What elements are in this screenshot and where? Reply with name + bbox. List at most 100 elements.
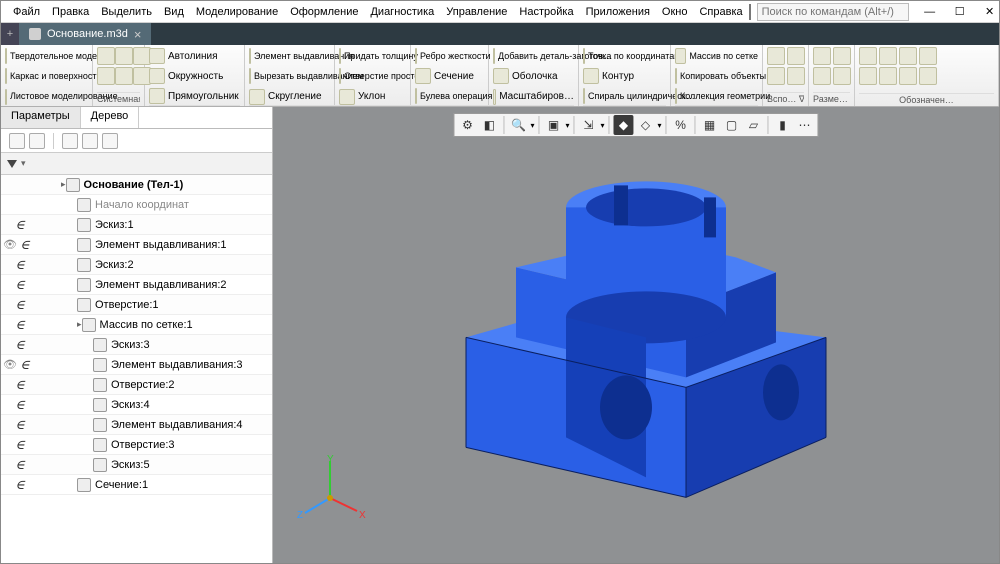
cmd-shell[interactable]: Оболочка	[493, 67, 574, 85]
tree-row[interactable]: ∈Эскиз:5	[1, 455, 272, 475]
annot-icon[interactable]	[899, 67, 917, 85]
tab-close-icon[interactable]: ×	[134, 27, 142, 42]
cmd-thicken[interactable]: Придать толщину	[339, 47, 406, 65]
cmd-contour[interactable]: Контур	[583, 67, 666, 85]
tree-row[interactable]: ∈Эскиз:2	[1, 255, 272, 275]
annot-icon[interactable]	[879, 67, 897, 85]
vp-perc-icon[interactable]: %	[671, 115, 691, 135]
tree-row[interactable]: ∈Отверстие:3	[1, 435, 272, 455]
sys-icon[interactable]	[97, 67, 115, 85]
tree-icon[interactable]	[29, 133, 45, 149]
tree-row[interactable]: ∈Отверстие:1	[1, 295, 272, 315]
cmd-hole[interactable]: Отверстие простое	[339, 67, 406, 85]
cmd-boolean[interactable]: Булева операция	[415, 87, 484, 105]
menu-window[interactable]: Окно	[656, 4, 694, 20]
menu-view[interactable]: Вид	[158, 4, 190, 20]
menu-select[interactable]: Выделить	[95, 4, 158, 20]
tree-row[interactable]: 👁∈Элемент выдавливания:3	[1, 355, 272, 375]
cmd-rectangle[interactable]: Прямоугольник	[149, 87, 240, 105]
annot-icon[interactable]	[919, 47, 937, 65]
sys-icon[interactable]	[97, 47, 115, 65]
window-minimize-button[interactable]: —	[915, 2, 945, 22]
cmd-rib[interactable]: Ребро жесткости	[415, 47, 484, 65]
cmd-fillet[interactable]: Скругление	[249, 88, 330, 106]
vp-shade-icon[interactable]: ◆	[614, 115, 634, 135]
tree-row[interactable]: ∈Элемент выдавливания:2	[1, 275, 272, 295]
cmd-section[interactable]: Сечение	[415, 67, 484, 85]
cmd-extrude[interactable]: Элемент выдавливания	[249, 47, 330, 65]
menu-apps[interactable]: Приложения	[580, 4, 656, 20]
menu-draft[interactable]: Оформление	[284, 4, 364, 20]
annot-icon[interactable]	[919, 67, 937, 85]
tree-icon[interactable]	[62, 133, 78, 149]
dim-icon[interactable]	[833, 67, 851, 85]
annot-icon[interactable]	[879, 47, 897, 65]
menu-settings[interactable]: Настройка	[513, 4, 579, 20]
tree-row[interactable]: ∈Эскиз:4	[1, 395, 272, 415]
aux-icon[interactable]	[767, 67, 785, 85]
cmd-pattern[interactable]: Массив по сетке	[675, 47, 758, 65]
window-close-button[interactable]: ✕	[975, 2, 1000, 22]
mode-solid[interactable]: Твердотельное моделирование	[5, 47, 88, 65]
visibility-icon[interactable]: 👁	[3, 238, 17, 251]
annot-icon[interactable]	[899, 47, 917, 65]
panel-tab-tree[interactable]: Дерево	[81, 107, 140, 128]
tree-row[interactable]: ∈Сечение:1	[1, 475, 272, 495]
expand-icon[interactable]: ▸	[61, 179, 66, 190]
annot-icon[interactable]	[859, 47, 877, 65]
cmd-scale[interactable]: Масштабиров…	[493, 88, 574, 106]
tree-row[interactable]: ∈▸ Массив по сетке:1	[1, 315, 272, 335]
cmd-cut-extrude[interactable]: Вырезать выдавливанием	[249, 67, 330, 85]
tree-icon[interactable]	[82, 133, 98, 149]
cmd-collection[interactable]: Коллекция геометрии	[675, 87, 758, 105]
annot-icon[interactable]	[859, 67, 877, 85]
cmd-draft[interactable]: Уклон	[339, 88, 406, 106]
expand-icon[interactable]: ▸	[77, 319, 82, 330]
menu-model[interactable]: Моделирование	[190, 4, 284, 20]
panel-tab-params[interactable]: Параметры	[1, 107, 81, 128]
sys-icon[interactable]	[115, 47, 133, 65]
vp-plane-icon[interactable]: ▱	[744, 115, 764, 135]
new-tab-button[interactable]: +	[1, 23, 19, 45]
menu-file[interactable]: Файл	[7, 4, 46, 20]
tree-row[interactable]: ∈Элемент выдавливания:4	[1, 415, 272, 435]
vp-misc-icon[interactable]: ⋯	[795, 115, 815, 135]
vp-axis-icon[interactable]: ⇲	[579, 115, 599, 135]
tree-filter-bar[interactable]: ▾	[1, 153, 272, 175]
cmd-autoline[interactable]: Автолиния	[149, 47, 240, 65]
document-tab-active[interactable]: Основание.m3d ×	[19, 23, 151, 45]
tree-icon[interactable]	[102, 133, 118, 149]
mode-sheet[interactable]: Листовое моделирование	[5, 88, 88, 106]
aux-icon[interactable]	[787, 47, 805, 65]
command-search-input[interactable]	[757, 3, 909, 21]
mode-wireframe[interactable]: Каркас и поверхности	[5, 67, 88, 85]
cmd-spiral[interactable]: Спираль цилиндрическ…	[583, 87, 666, 105]
dim-icon[interactable]	[833, 47, 851, 65]
vp-box-icon[interactable]: ▢	[722, 115, 742, 135]
tree-row[interactable]: ∈Эскиз:3	[1, 335, 272, 355]
window-maximize-button[interactable]: ☐	[945, 2, 975, 22]
visibility-icon[interactable]: 👁	[3, 358, 17, 371]
sys-icon[interactable]	[115, 67, 133, 85]
tree-icon[interactable]	[9, 133, 25, 149]
vp-settings-icon[interactable]: ⚙	[457, 115, 477, 135]
feature-tree[interactable]: ▸ Основание (Тел-1) Начало координат ∈Эс…	[1, 175, 272, 563]
menu-edit[interactable]: Правка	[46, 4, 95, 20]
dim-icon[interactable]	[813, 47, 831, 65]
dim-icon[interactable]	[813, 67, 831, 85]
3d-viewport[interactable]: ⚙ ◧ 🔍▾ ▣▾ ⇲▾ ◆ ◇▾ % ▦ ▢ ▱ ▮ ⋯	[273, 107, 999, 563]
aux-icon[interactable]	[787, 67, 805, 85]
tree-row[interactable]: ∈Эскиз:1	[1, 215, 272, 235]
aux-icon[interactable]	[767, 47, 785, 65]
tree-row[interactable]: 👁∈Элемент выдавливания:1	[1, 235, 272, 255]
menu-help[interactable]: Справка	[693, 4, 748, 20]
cmd-copy[interactable]: Копировать объекты	[675, 67, 758, 85]
cmd-circle[interactable]: Окружность	[149, 67, 240, 85]
layout-icon[interactable]	[749, 4, 751, 20]
tree-row[interactable]: ▸ Основание (Тел-1)	[1, 175, 272, 195]
cmd-point[interactable]: Точка по координатам	[583, 47, 666, 65]
vp-view-icon[interactable]: ◧	[479, 115, 499, 135]
menu-manage[interactable]: Управление	[440, 4, 513, 20]
cmd-add-part[interactable]: Добавить деталь-заготов…	[493, 47, 574, 65]
tree-row[interactable]: Начало координат	[1, 195, 272, 215]
